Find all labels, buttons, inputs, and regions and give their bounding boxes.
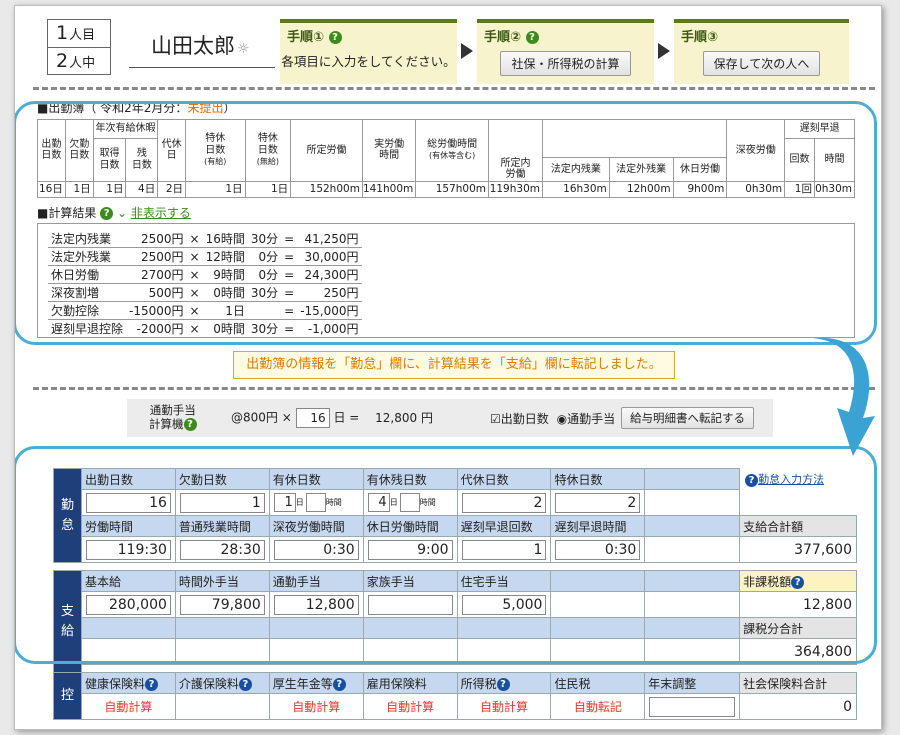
commute-options: ☑出勤日数 ◉通勤手当 [490, 410, 615, 427]
step-2: 手順② ? 社保・所得税の計算 [477, 19, 654, 84]
employee-name-text: 山田太郎 [151, 34, 235, 58]
commute-label: 通勤手当 計算機? [149, 403, 197, 431]
social-total-value: 0 [739, 693, 857, 720]
checkbox-icon[interactable]: ☑ [490, 412, 501, 426]
pension-value: 自動計算 [268, 693, 364, 720]
label-income-tax: 所得税 [460, 676, 497, 691]
commute-rate: @800円 × [231, 410, 292, 425]
care-ins-value [174, 693, 270, 720]
label-year-end: 年末調整 [644, 672, 741, 694]
help-icon[interactable]: ? [496, 677, 510, 691]
commute-formula: @800円 × 16 日 = 12,800 円 [231, 408, 433, 428]
label-pension: 厚生年金等 [272, 676, 333, 691]
gear-icon[interactable]: ☼ [237, 41, 250, 57]
commute-days-input[interactable]: 16 [295, 408, 330, 428]
calc-tax-button[interactable]: 社保・所得税の計算 [500, 51, 631, 76]
help-icon[interactable]: ? [144, 677, 158, 691]
label-social-total: 社会保険料合計 [739, 672, 857, 694]
employee-name: 山田太郎 ☼ [129, 24, 275, 68]
income-tax-value: 自動計算 [456, 693, 552, 720]
step-1: 手順① ? 各項目に入力をしてください。 [280, 19, 457, 84]
counter-current-unit: 人目 [69, 28, 96, 43]
step-2-title: 手順② [484, 30, 522, 45]
arrow-right-icon [461, 43, 473, 59]
counter-current: 1 [56, 22, 69, 44]
label-resident-tax: 住民税 [550, 672, 646, 694]
label-health-ins: 健康保険料 [84, 676, 145, 691]
deduct-side-label: 控 [53, 672, 82, 720]
commute-total: 12,800 円 [375, 410, 433, 425]
radio-icon[interactable]: ◉ [557, 412, 567, 426]
work-days-checkbox-label: 出勤日数 [500, 412, 549, 426]
help-icon[interactable]: ? [328, 31, 342, 44]
employee-counter: 1人目 2人中 [47, 19, 111, 75]
commute-radio-label: 通勤手当 [567, 412, 616, 426]
transfer-notice: 出勤簿の情報を「勤怠」欄に、計算結果を「支給」欄に転記しました。 [233, 351, 675, 379]
counter-total-unit: 人中 [69, 56, 96, 71]
commute-suffix: 日 = [333, 410, 360, 425]
transfer-to-payslip-button[interactable]: 給与明細書へ転記する [621, 407, 754, 429]
arrow-right-icon [658, 43, 670, 59]
divider [33, 387, 875, 390]
step-3-title: 手順③ [681, 30, 719, 45]
divider [33, 87, 875, 90]
step-3: 手順③ 保存して次の人へ [674, 19, 849, 84]
help-icon[interactable]: ? [332, 677, 346, 691]
label-care-ins: 介護保険料 [178, 676, 239, 691]
step-1-title: 手順① [287, 30, 325, 45]
year-end-input[interactable] [649, 696, 736, 717]
help-icon[interactable]: ? [525, 31, 539, 44]
counter-total: 2 [56, 50, 69, 72]
curved-arrow-icon [813, 337, 875, 456]
health-ins-value: 自動計算 [80, 693, 176, 720]
employment-ins-value: 自動計算 [362, 693, 458, 720]
step-1-desc: 各項目に入力をしてください。 [281, 54, 456, 69]
help-icon[interactable]: ? [183, 418, 197, 431]
help-icon[interactable]: ? [238, 677, 252, 691]
highlight-frame-bottom [15, 446, 877, 664]
resident-tax-value: 自動転記 [550, 693, 646, 720]
save-next-button[interactable]: 保存して次の人へ [702, 51, 821, 76]
payroll-sheet: 1人目 2人中 山田太郎 ☼ 手順① ? 各項目に入力をしてください。 手順② ?… [14, 5, 882, 730]
commute-calculator: 通勤手当 計算機? @800円 × 16 日 = 12,800 円 ☑出勤日数 ◉… [127, 399, 773, 437]
highlight-frame-top [15, 101, 877, 345]
label-employment-ins: 雇用保険料 [362, 672, 458, 694]
